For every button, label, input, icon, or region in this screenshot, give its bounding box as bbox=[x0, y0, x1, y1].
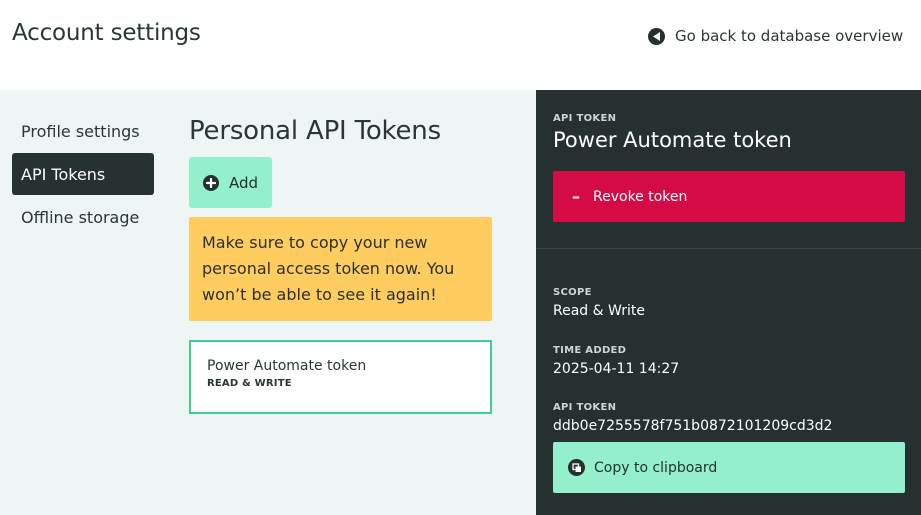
settings-content: Profile settings API Tokens Offline stor… bbox=[0, 90, 536, 515]
token-detail-panel: API TOKEN Power Automate token – Revoke … bbox=[536, 90, 921, 515]
revoke-token-button[interactable]: – Revoke token bbox=[553, 171, 905, 222]
sidebar-item-offline-storage[interactable]: Offline storage bbox=[12, 196, 154, 238]
panel-kicker: API TOKEN bbox=[553, 113, 617, 124]
copy-icon bbox=[568, 459, 585, 476]
copy-button-label: Copy to clipboard bbox=[594, 459, 718, 476]
scope-field: SCOPE Read & Write bbox=[553, 287, 645, 319]
add-token-button[interactable]: Add bbox=[189, 157, 272, 208]
minus-icon: – bbox=[572, 187, 580, 206]
api-token-value: ddb0e7255578f751b0872101209cd3d2 bbox=[553, 418, 833, 434]
page-title: Account settings bbox=[12, 20, 201, 46]
copy-token-warning: Make sure to copy your new personal acce… bbox=[189, 217, 492, 321]
api-token-label: API TOKEN bbox=[553, 402, 617, 413]
tokens-main: Personal API Tokens Add Make sure to cop… bbox=[189, 116, 492, 414]
back-to-overview-link[interactable]: Go back to database overview bbox=[648, 27, 903, 45]
sidebar-item-api-tokens[interactable]: API Tokens bbox=[12, 153, 154, 195]
revoke-button-label: Revoke token bbox=[593, 188, 688, 205]
token-scope: READ & WRITE bbox=[207, 378, 292, 389]
copy-to-clipboard-button[interactable]: Copy to clipboard bbox=[553, 442, 905, 493]
time-added-field: TIME ADDED 2025-04-11 14:27 bbox=[553, 345, 679, 377]
sidebar: Profile settings API Tokens Offline stor… bbox=[12, 110, 154, 239]
api-token-field: API TOKEN ddb0e7255578f751b0872101209cd3… bbox=[553, 402, 832, 434]
back-arrow-icon bbox=[648, 27, 665, 45]
sidebar-item-label: Offline storage bbox=[21, 207, 140, 227]
sidebar-item-label: Profile settings bbox=[21, 121, 140, 141]
add-button-label: Add bbox=[229, 173, 259, 192]
plus-icon bbox=[203, 174, 219, 191]
time-added-value: 2025-04-11 14:27 bbox=[553, 361, 680, 377]
token-list-item[interactable]: Power Automate token READ & WRITE bbox=[189, 340, 492, 414]
token-detail-header: API TOKEN Power Automate token – Revoke … bbox=[536, 90, 921, 249]
back-link-label: Go back to database overview bbox=[675, 27, 904, 45]
scope-label: SCOPE bbox=[553, 287, 592, 298]
token-name: Power Automate token bbox=[207, 358, 367, 374]
scope-value: Read & Write bbox=[553, 303, 645, 319]
sidebar-item-profile-settings[interactable]: Profile settings bbox=[12, 110, 154, 152]
panel-title: Power Automate token bbox=[553, 128, 792, 152]
sidebar-item-label: API Tokens bbox=[21, 164, 106, 184]
header: Account settings Go back to database ove… bbox=[0, 0, 921, 90]
section-title: Personal API Tokens bbox=[189, 116, 441, 146]
time-added-label: TIME ADDED bbox=[553, 345, 627, 356]
